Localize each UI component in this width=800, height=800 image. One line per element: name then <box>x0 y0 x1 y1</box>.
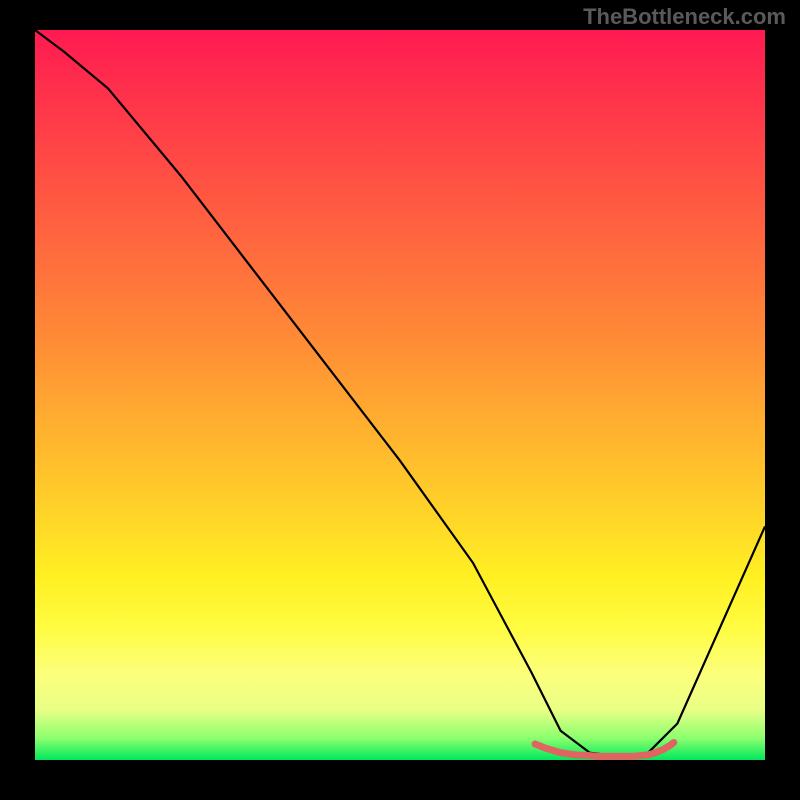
chart-svg <box>35 30 765 760</box>
chart-plot-area <box>35 30 765 760</box>
watermark-text: TheBottleneck.com <box>583 4 786 30</box>
bottleneck-curve-line <box>35 30 765 756</box>
